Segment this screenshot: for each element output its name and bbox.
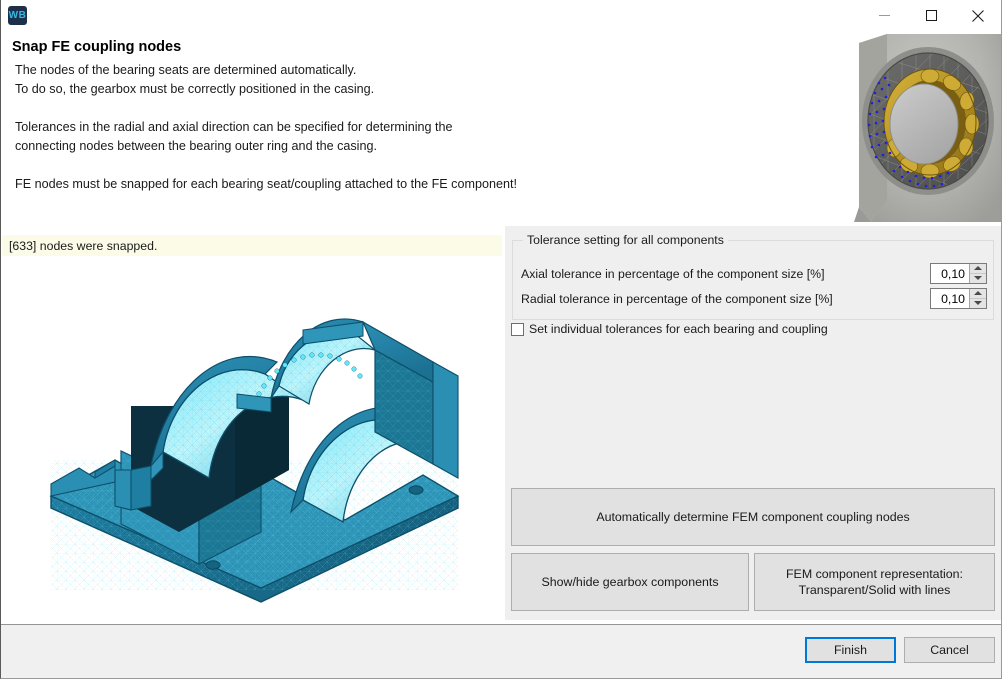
individual-tolerances-checkbox[interactable] (511, 323, 524, 336)
description-line: Tolerances in the radial and axial direc… (15, 120, 453, 134)
close-icon (972, 10, 984, 22)
close-button[interactable] (955, 0, 1001, 31)
bearing-cross-section-preview (854, 31, 1001, 222)
representation-line-2: Transparent/Solid with lines (799, 583, 951, 597)
minimize-button[interactable] (861, 0, 907, 31)
header-description: The nodes of the bearing seats are deter… (15, 61, 695, 194)
maximize-icon (926, 10, 937, 21)
description-line: connecting nodes between the bearing out… (15, 139, 377, 153)
individual-tolerances-label: Set individual tolerances for each beari… (529, 322, 828, 336)
chevron-up-icon (974, 291, 982, 295)
minimize-icon (879, 10, 890, 21)
description-paragraph: Tolerances in the radial and axial direc… (15, 118, 695, 156)
tolerance-group-legend: Tolerance setting for all components (523, 233, 728, 247)
auto-determine-coupling-nodes-button[interactable]: Automatically determine FEM component co… (511, 488, 995, 546)
title-bar: WB (1, 0, 1001, 31)
maximize-button[interactable] (908, 0, 954, 31)
radial-tolerance-increment-button[interactable] (970, 289, 986, 299)
description-paragraph: FE nodes must be snapped for each bearin… (15, 175, 695, 194)
axial-tolerance-row: Axial tolerance in percentage of the com… (521, 261, 987, 286)
description-line: FE nodes must be snapped for each bearin… (15, 177, 517, 191)
tolerance-settings-group: Tolerance setting for all components Axi… (512, 240, 994, 320)
gearbox-casing-fem-mesh-3d-view[interactable] (3, 256, 503, 613)
status-message: [633] nodes were snapped. (2, 235, 502, 256)
axial-tolerance-stepper[interactable]: 0,10 (930, 263, 987, 284)
chevron-down-icon (974, 301, 982, 305)
chevron-down-icon (974, 276, 982, 280)
finish-button[interactable]: Finish (805, 637, 896, 663)
representation-button-text: FEM component representation: Transparen… (786, 566, 963, 598)
radial-tolerance-row: Radial tolerance in percentage of the co… (521, 286, 987, 311)
dialog-footer: Finish Cancel (1, 625, 1001, 678)
description-line: To do so, the gearbox must be correctly … (15, 82, 374, 96)
representation-line-1: FEM component representation: (786, 567, 963, 581)
description-line: The nodes of the bearing seats are deter… (15, 63, 356, 77)
individual-tolerances-checkbox-row[interactable]: Set individual tolerances for each beari… (511, 322, 828, 336)
radial-tolerance-stepper-buttons[interactable] (969, 289, 986, 308)
description-paragraph: The nodes of the bearing seats are deter… (15, 61, 695, 99)
page-title: Snap FE coupling nodes (12, 39, 181, 55)
axial-tolerance-label: Axial tolerance in percentage of the com… (521, 267, 930, 281)
axial-tolerance-increment-button[interactable] (970, 264, 986, 274)
cancel-button[interactable]: Cancel (904, 637, 995, 663)
axial-tolerance-value[interactable]: 0,10 (931, 264, 969, 283)
radial-tolerance-decrement-button[interactable] (970, 299, 986, 309)
axial-tolerance-decrement-button[interactable] (970, 274, 986, 284)
fem-component-representation-button[interactable]: FEM component representation: Transparen… (754, 553, 995, 611)
show-hide-gearbox-components-button[interactable]: Show/hide gearbox components (511, 553, 749, 611)
radial-tolerance-value[interactable]: 0,10 (931, 289, 969, 308)
app-icon: WB (8, 6, 27, 25)
wizard-header: Snap FE coupling nodes The nodes of the … (1, 31, 1001, 222)
radial-tolerance-label: Radial tolerance in percentage of the co… (521, 292, 930, 306)
settings-panel: Tolerance setting for all components Axi… (505, 226, 1001, 620)
axial-tolerance-stepper-buttons[interactable] (969, 264, 986, 283)
wizard-dialog: WB Snap FE coupling nodes The nodes of t… (0, 0, 1002, 679)
chevron-up-icon (974, 266, 982, 270)
radial-tolerance-stepper[interactable]: 0,10 (930, 288, 987, 309)
